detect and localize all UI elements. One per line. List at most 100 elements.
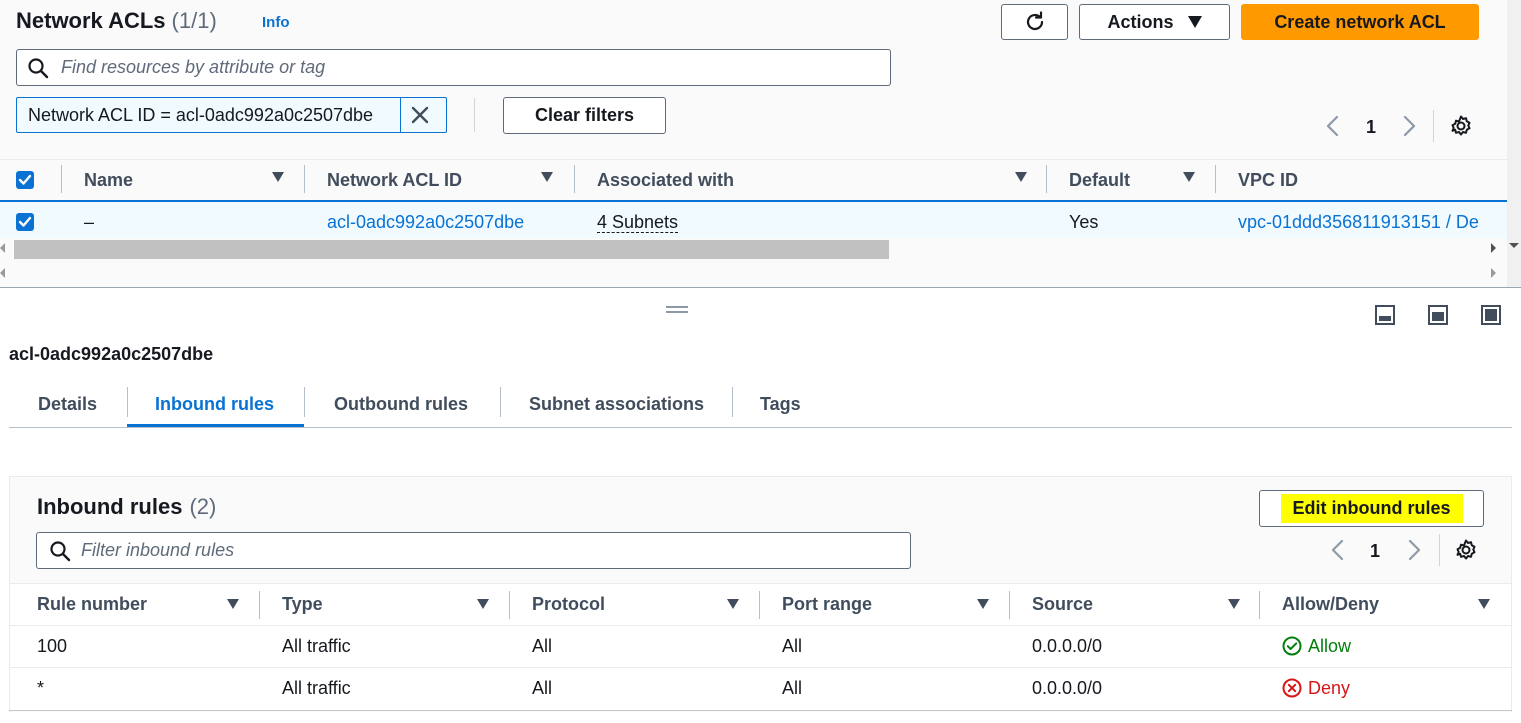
page-number[interactable]: 1 (1366, 117, 1376, 138)
rule-source: 0.0.0.0/0 (1032, 635, 1103, 656)
create-network-acl-button[interactable]: Create network ACL (1241, 4, 1479, 40)
rule-action-allow: Allow (1282, 634, 1351, 658)
tabs-bottom-border (9, 427, 1512, 428)
settings-icon[interactable] (1454, 538, 1478, 562)
filter-token-label: Network ACL ID = acl-0adc992a0c2507dbe (28, 104, 374, 125)
rule-port-range: All (782, 677, 803, 698)
tab-tags[interactable]: Tags (760, 384, 801, 424)
column-header-name[interactable]: Name (84, 160, 133, 200)
rule-number: * (37, 677, 45, 698)
chevron-right-icon[interactable] (1404, 538, 1424, 562)
chevron-left-icon[interactable] (1323, 114, 1343, 138)
rule-type: All traffic (282, 635, 351, 656)
scroll-left-arrow-icon[interactable] (0, 268, 5, 278)
sort-caret-icon[interactable] (272, 172, 284, 182)
sort-caret-icon[interactable] (1183, 172, 1195, 182)
row-checkbox[interactable] (16, 213, 34, 231)
sort-caret-icon[interactable] (1478, 599, 1490, 609)
rule-protocol: All (532, 677, 553, 698)
horizontal-scrollbar-thumb[interactable] (14, 240, 889, 259)
tab-separator (127, 387, 128, 417)
sort-caret-icon[interactable] (1228, 599, 1240, 609)
inbound-rules-heading: Inbound rules (2) (37, 493, 216, 521)
column-separator (574, 165, 575, 193)
tab-details[interactable]: Details (38, 384, 97, 424)
sort-caret-icon[interactable] (1015, 172, 1027, 182)
sort-caret-icon[interactable] (977, 599, 989, 609)
settings-icon[interactable] (1449, 114, 1473, 138)
column-header-protocol[interactable]: Protocol (532, 590, 605, 618)
drag-handle-icon[interactable] (665, 305, 689, 315)
column-header-default[interactable]: Default (1069, 160, 1130, 200)
scroll-right-arrow-icon[interactable] (1491, 268, 1496, 278)
info-link[interactable]: Info (262, 14, 290, 31)
column-header-vpc-id[interactable]: VPC ID (1238, 160, 1298, 200)
sort-caret-icon[interactable] (477, 599, 489, 609)
pagination-divider (1433, 110, 1434, 142)
tab-outbound-rules[interactable]: Outbound rules (334, 384, 468, 424)
search-icon (49, 540, 71, 562)
detail-title: acl-0adc992a0c2507dbe (9, 344, 214, 364)
rule-source: 0.0.0.0/0 (1032, 677, 1103, 698)
row-vpc-id-link[interactable]: vpc-01ddd356811913151 / De (1238, 212, 1507, 233)
tab-separator (304, 387, 305, 417)
refresh-icon (1023, 10, 1047, 34)
row-associated-subnets[interactable]: 4 Subnets (597, 212, 679, 233)
scroll-left-arrow-icon[interactable] (0, 243, 5, 253)
column-header-port-range[interactable]: Port range (782, 590, 872, 618)
column-header-type[interactable]: Type (282, 590, 323, 618)
page-title-text: Network ACLs (16, 8, 166, 33)
tab-subnet-associations[interactable]: Subnet associations (529, 384, 704, 424)
check-circle-icon (1282, 636, 1302, 656)
select-all-checkbox[interactable] (16, 171, 34, 189)
column-separator (304, 165, 305, 193)
panel-side-icon[interactable] (1427, 304, 1449, 326)
column-separator (759, 591, 760, 619)
sort-caret-icon[interactable] (541, 172, 553, 182)
tab-inbound-rules[interactable]: Inbound rules (155, 384, 274, 424)
actions-label: Actions (1107, 11, 1174, 32)
row-default: Yes (1069, 212, 1099, 232)
chevron-right-icon[interactable] (1399, 114, 1419, 138)
edit-inbound-rules-button[interactable]: Edit inbound rules (1259, 490, 1484, 527)
search-icon (27, 57, 49, 79)
column-header-allow-deny[interactable]: Allow/Deny (1282, 590, 1379, 618)
rule-action-label: Deny (1308, 677, 1351, 698)
row-acl-id-link[interactable]: acl-0adc992a0c2507dbe (327, 212, 524, 233)
sort-caret-icon[interactable] (227, 599, 239, 609)
rule-action-deny: Deny (1282, 676, 1350, 700)
tab-separator (732, 387, 733, 417)
column-separator (1215, 165, 1216, 193)
search-input[interactable]: Find resources by attribute or tag (16, 49, 891, 86)
rule-type: All traffic (282, 677, 351, 698)
page-title: Network ACLs (1/1) (16, 7, 217, 35)
chevron-left-icon[interactable] (1328, 538, 1348, 562)
scroll-right-arrow-icon[interactable] (1491, 243, 1496, 253)
row-name: – (84, 212, 95, 232)
column-header-associated[interactable]: Associated with (597, 160, 734, 200)
pagination-divider (1439, 534, 1440, 566)
inbound-page-number[interactable]: 1 (1370, 541, 1380, 562)
column-separator (61, 165, 62, 193)
tab-separator (500, 387, 501, 417)
close-icon[interactable] (401, 98, 439, 132)
split-panel-divider (0, 287, 1521, 288)
column-separator (259, 591, 260, 619)
panel-bottom-icon[interactable] (1374, 304, 1396, 326)
filter-inbound-placeholder: Filter inbound rules (81, 540, 235, 560)
scroll-down-arrow-icon[interactable] (1509, 243, 1519, 248)
rule-action-label: Allow (1308, 635, 1352, 656)
rule-protocol: All (532, 635, 553, 656)
clear-filters-button[interactable]: Clear filters (503, 97, 666, 134)
sort-caret-icon[interactable] (727, 599, 739, 609)
filter-inbound-rules-input[interactable]: Filter inbound rules (36, 532, 911, 569)
vertical-scrollbar[interactable] (1507, 0, 1521, 288)
column-header-acl-id[interactable]: Network ACL ID (327, 160, 462, 200)
column-separator (1259, 591, 1260, 619)
panel-full-icon[interactable] (1480, 304, 1502, 326)
search-placeholder: Find resources by attribute or tag (61, 57, 326, 77)
column-header-source[interactable]: Source (1032, 590, 1093, 618)
column-header-rule-number[interactable]: Rule number (37, 590, 147, 618)
refresh-button[interactable] (1001, 4, 1068, 40)
actions-button[interactable]: Actions (1079, 4, 1230, 40)
